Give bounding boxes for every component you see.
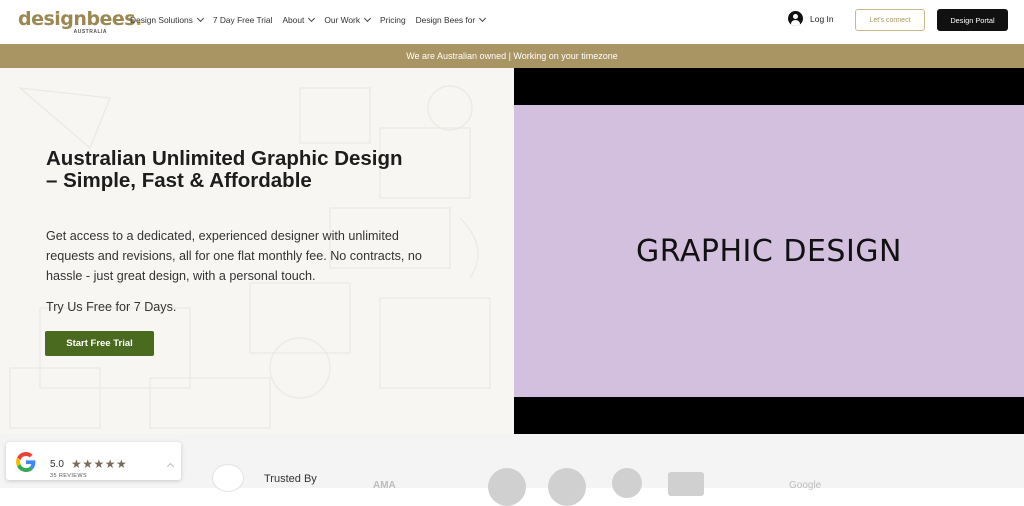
lets-connect-button[interactable]: Let's connect bbox=[855, 9, 925, 31]
partner-logo-ama: AMA bbox=[373, 480, 396, 491]
nav-pricing[interactable]: Pricing bbox=[380, 15, 406, 25]
logo-word-bees: bees bbox=[86, 8, 136, 30]
partner-logo-circle bbox=[488, 468, 526, 506]
chevron-down-icon bbox=[479, 14, 487, 23]
design-portal-button[interactable]: Design Portal bbox=[937, 9, 1008, 31]
chevron-up-icon[interactable] bbox=[166, 462, 175, 471]
hero-title: Australian Unlimited Graphic Design – Si… bbox=[46, 147, 403, 192]
partner-logo-real bbox=[548, 468, 586, 506]
chevron-down-icon bbox=[363, 14, 372, 23]
nav-free-trial[interactable]: 7 Day Free Trial bbox=[213, 15, 273, 25]
chevron-down-icon bbox=[308, 14, 316, 23]
video-frame: GRAPHIC DESIGN bbox=[514, 105, 1024, 397]
review-rating: 5.0 bbox=[50, 459, 64, 470]
nav-about[interactable]: About bbox=[282, 14, 316, 25]
login-link[interactable]: Log In bbox=[788, 11, 834, 26]
partner-logo-heart bbox=[612, 468, 642, 498]
site-header: designbees. AUSTRALIA Design Solutions 7… bbox=[0, 0, 1024, 44]
google-icon bbox=[16, 452, 36, 472]
hero-video[interactable]: GRAPHIC DESIGN bbox=[514, 68, 1024, 434]
hero-section: Australian Unlimited Graphic Design – Si… bbox=[0, 68, 514, 434]
banner-text: We are Australian owned | Working on you… bbox=[406, 51, 618, 61]
review-count: 35 REVIEWS bbox=[50, 473, 88, 479]
nav-design-solutions[interactable]: Design Solutions bbox=[130, 14, 204, 25]
info-banner: We are Australian owned | Working on you… bbox=[0, 44, 1024, 68]
hero-description: Get access to a dedicated, experienced d… bbox=[46, 229, 422, 283]
partner-logo-google: Google bbox=[789, 480, 822, 491]
trust-strip: 5.0 ★★★★★ 35 REVIEWS Trusted By AMA Goog… bbox=[0, 434, 1024, 506]
brand-logo[interactable]: designbees. AUSTRALIA bbox=[18, 8, 142, 35]
star-rating-icon: ★★★★★ bbox=[71, 457, 128, 471]
logo-subtitle: AUSTRALIA bbox=[73, 29, 107, 35]
login-label: Log In bbox=[810, 13, 834, 24]
chevron-down-icon bbox=[196, 14, 204, 23]
trusted-by-label: Trusted By bbox=[264, 473, 317, 485]
main-nav: Design Solutions 7 Day Free Trial About … bbox=[130, 0, 487, 40]
nav-our-work[interactable]: Our Work bbox=[324, 14, 372, 25]
logo-word-design: design bbox=[18, 8, 87, 30]
nav-design-bees-for[interactable]: Design Bees for bbox=[416, 14, 487, 25]
partner-logo-animal bbox=[668, 472, 704, 496]
video-caption: GRAPHIC DESIGN bbox=[635, 233, 902, 269]
google-review-widget[interactable]: 5.0 ★★★★★ 35 REVIEWS bbox=[6, 442, 181, 480]
start-free-trial-button[interactable]: Start Free Trial bbox=[45, 331, 154, 356]
user-icon bbox=[788, 11, 803, 26]
hero-free-trial-text: Try Us Free for 7 Days. bbox=[46, 300, 177, 314]
